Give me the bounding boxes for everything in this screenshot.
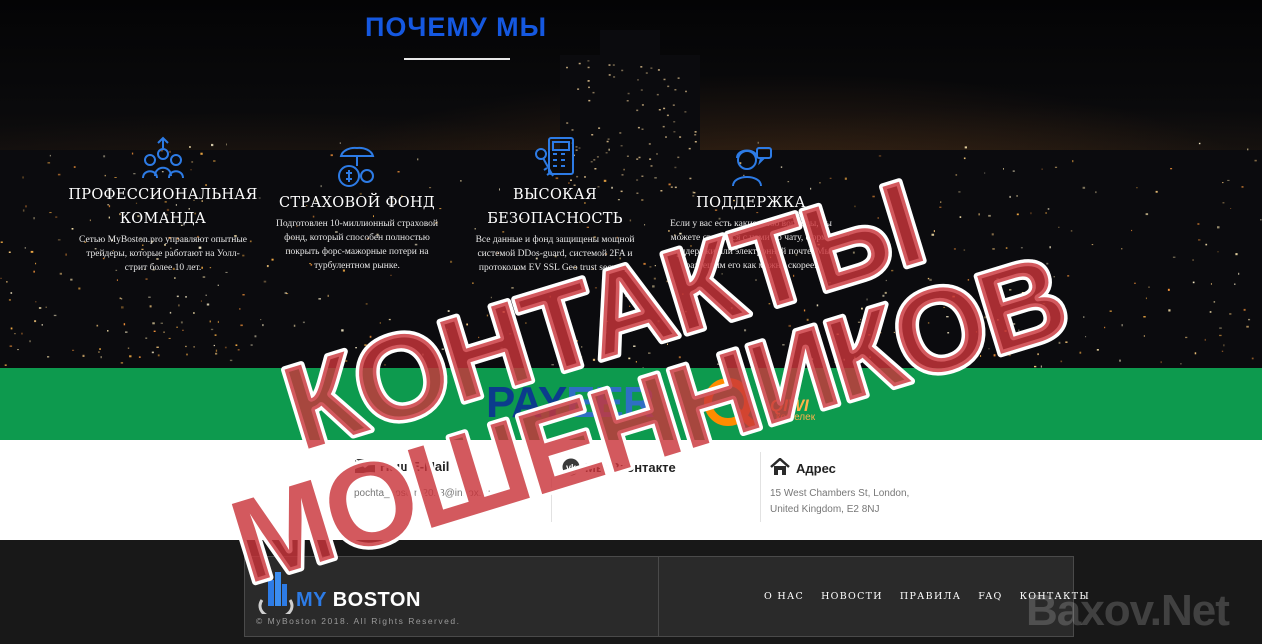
svg-text:vk: vk xyxy=(566,463,577,473)
footer-nav-news[interactable]: НОВОСТИ xyxy=(821,591,883,602)
contact-email: Наш E-Mail pochta_boston.2018@inbox.ru xyxy=(354,458,490,502)
contact-divider xyxy=(551,452,552,522)
support-icon xyxy=(732,147,772,187)
qiwi-logo-icon[interactable] xyxy=(700,378,770,428)
feature-title: ВЫСОКАЯ xyxy=(513,187,597,203)
feature-description: Подготовлен 10-миллионный страховой фонд… xyxy=(276,219,438,271)
payeer-text-2: EER xyxy=(566,378,654,427)
feature-description: Сетью MyBoston.pro управляют опытные тре… xyxy=(79,235,247,273)
qiwi-sub-label: кошелек xyxy=(776,412,816,423)
contact-address-label: Адрес xyxy=(796,461,836,476)
brand-boston: BOSTON xyxy=(332,589,421,611)
myboston-logo-icon[interactable] xyxy=(256,570,296,614)
feature-title-2: КОМАНДА xyxy=(119,211,207,227)
contacts-section xyxy=(0,440,1262,540)
email-address-link[interactable]: pochta_boston.2018@inbox.ru xyxy=(354,486,490,502)
feature-title: СТРАХОВОЙ ФОНД xyxy=(278,195,436,211)
footer-brand[interactable]: MY BOSTON xyxy=(296,589,421,612)
feature-security: ВЫСОКАЯ БЕЗОПАСНОСТЬ Все данные и фонд з… xyxy=(460,136,650,275)
feature-title: ПОДДЕРЖКА xyxy=(696,195,806,211)
site-watermark: Baxov.Net xyxy=(1026,586,1230,635)
contact-divider xyxy=(760,452,761,522)
security-icon xyxy=(535,137,574,177)
section-title: ПОЧЕМУ МЫ xyxy=(364,12,548,42)
feature-team: ПРОФЕССИОНАЛЬНАЯ КОМАНДА Сетью MyBoston.… xyxy=(68,136,258,275)
feature-title: ПРОФЕССИОНАЛЬНАЯ xyxy=(68,187,258,203)
feature-description: Все данные и фонд защищены мощной систем… xyxy=(475,235,635,273)
footer-nav-faq[interactable]: FAQ xyxy=(978,591,1002,602)
feature-description: Если у вас есть какие-либо вопросы, вы м… xyxy=(670,219,832,271)
copyright-text: © MyBoston 2018. All Rights Reserved. xyxy=(256,616,461,626)
contact-vk[interactable]: vk Мы Вконтакте xyxy=(562,458,676,476)
feature-title-2: БЕЗОПАСНОСТЬ xyxy=(487,211,623,227)
contact-vk-title: vk Мы Вконтакте xyxy=(562,458,676,476)
payeer-logo[interactable]: PAYEER xyxy=(486,378,655,428)
team-icon xyxy=(142,136,184,179)
insurance-fund-icon xyxy=(338,146,375,187)
contact-address-title: Адрес xyxy=(770,457,909,476)
address-line-2: United Kingdom, E2 8NJ xyxy=(770,504,880,515)
envelope-icon xyxy=(354,458,376,473)
footer-nav-about[interactable]: О НАС xyxy=(764,591,804,602)
home-icon xyxy=(770,457,790,475)
contact-email-title: Наш E-Mail xyxy=(354,458,490,474)
address-line-1: 15 West Chambers St, London, xyxy=(770,488,910,499)
title-underline xyxy=(404,58,510,60)
vk-icon: vk xyxy=(562,458,580,476)
feature-insurance: СТРАХОВОЙ ФОНД Подготовлен 10-миллионный… xyxy=(262,144,452,273)
feature-support: ПОДДЕРЖКА Если у вас есть какие-либо воп… xyxy=(656,144,846,273)
why-us-section: ПОЧЕМУ МЫ ПРОФЕССИОНАЛЬНАЯ КОМАНДА Сетью… xyxy=(0,0,1262,368)
address-text: 15 West Chambers St, London, United King… xyxy=(770,486,909,518)
contact-address: Адрес 15 West Chambers St, London, Unite… xyxy=(770,457,909,518)
contact-vk-label: Мы Вконтакте xyxy=(585,460,676,475)
brand-my: MY xyxy=(296,589,327,611)
payeer-text-1: PAY xyxy=(486,378,567,427)
footer-divider xyxy=(658,557,659,636)
contact-email-label: Наш E-Mail xyxy=(380,459,450,474)
footer-nav-rules[interactable]: ПРАВИЛА xyxy=(900,591,961,602)
